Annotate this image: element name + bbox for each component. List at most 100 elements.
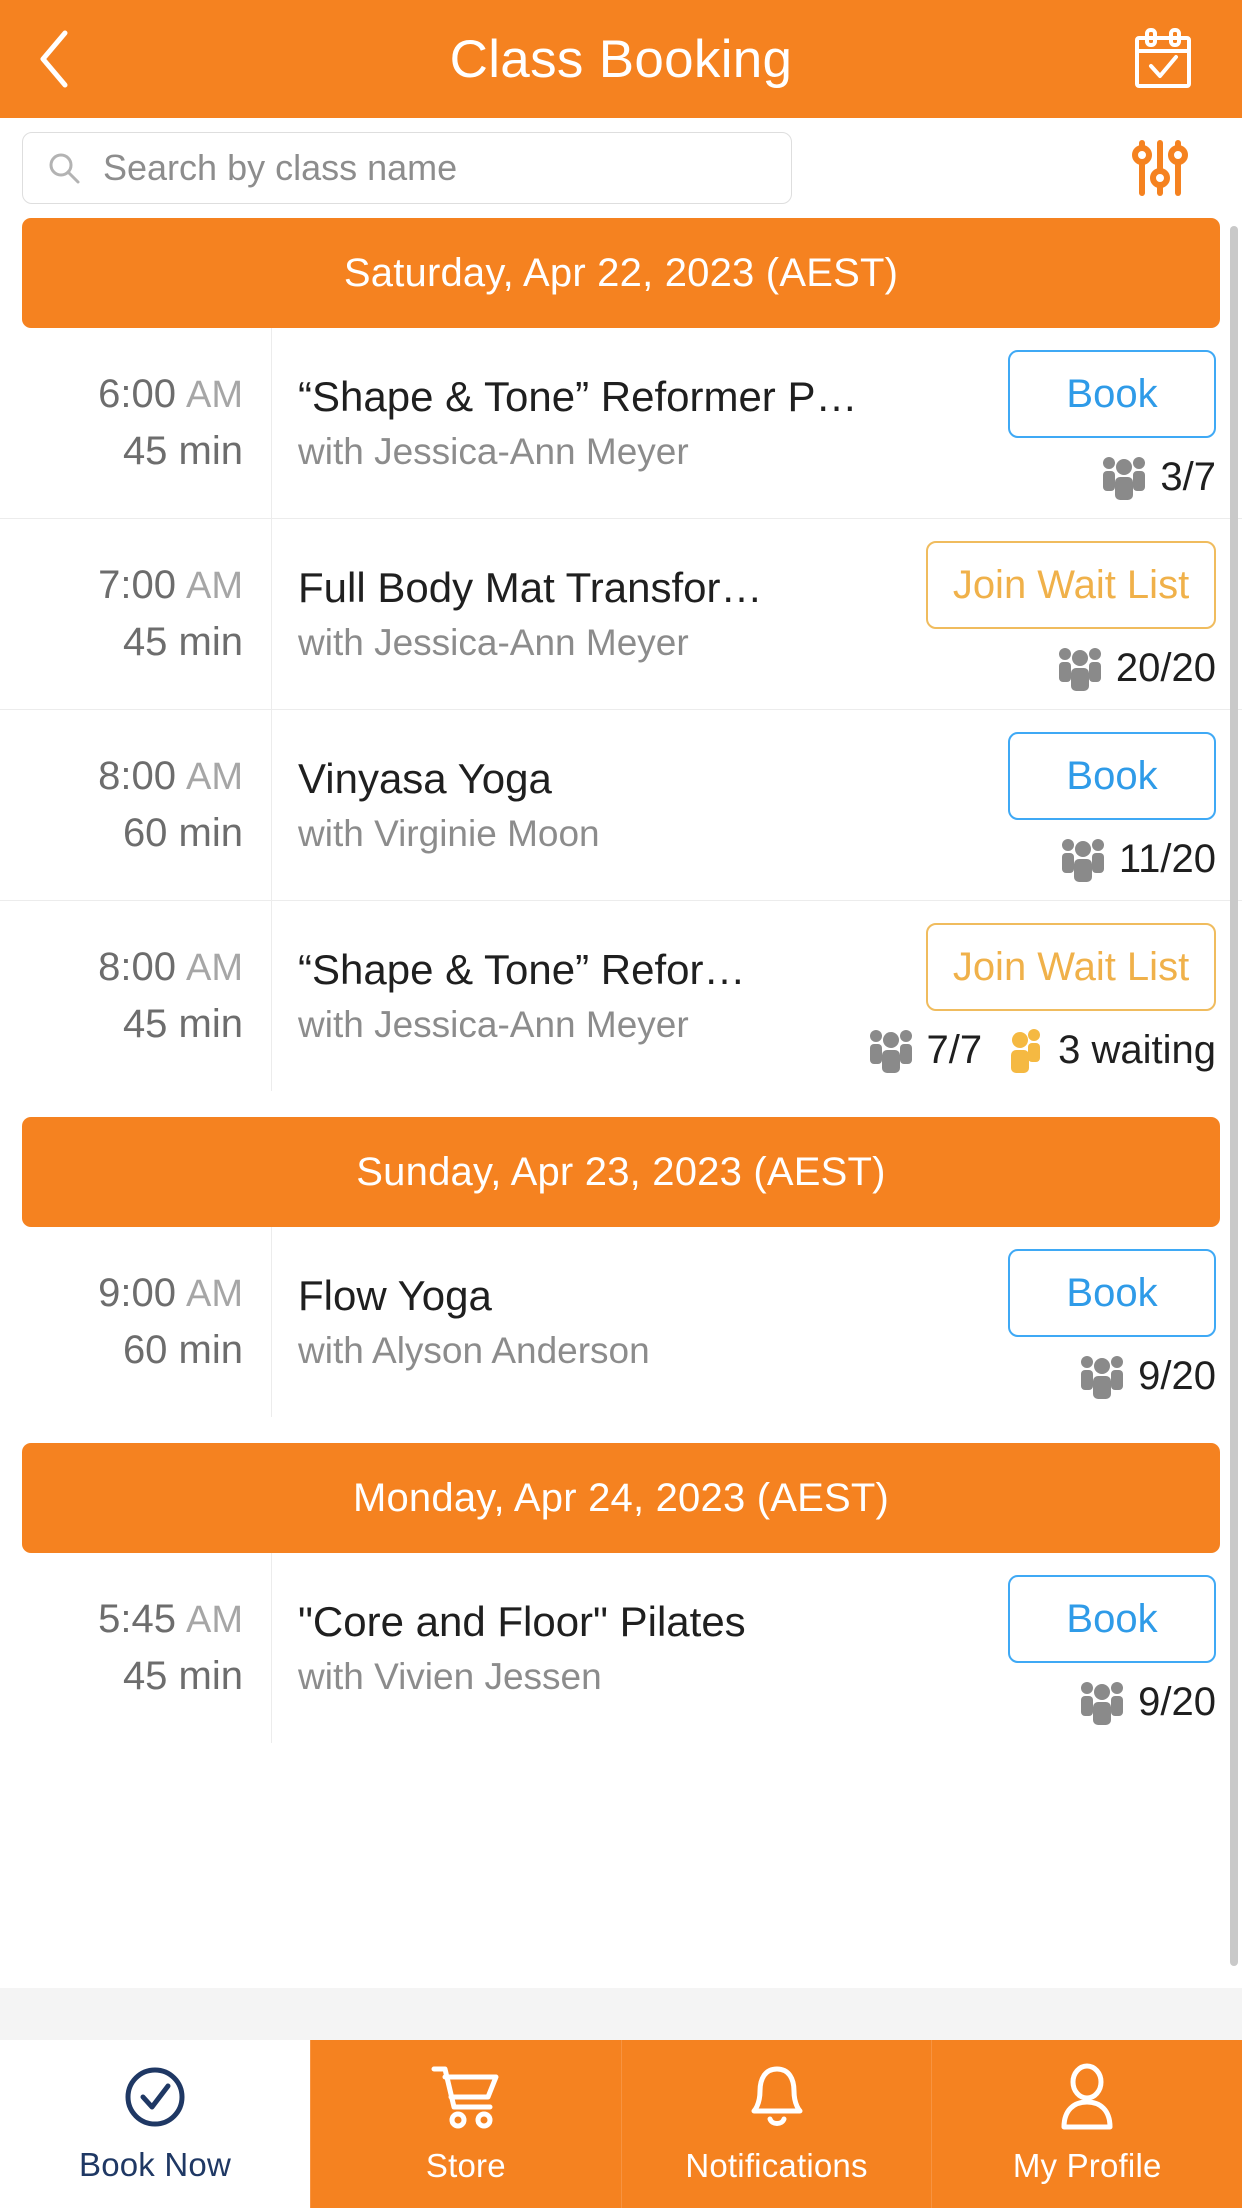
class-info-column: Vinyasa Yoga with Virginie Moon: [272, 710, 1000, 900]
back-button[interactable]: [0, 0, 110, 118]
class-start-time: 8:00 AM: [98, 754, 243, 798]
class-list[interactable]: Saturday, Apr 22, 2023 (AEST) 6:00 AM 45 mi…: [0, 218, 1242, 1988]
class-action-column: Book 11/20: [1000, 710, 1242, 900]
class-row[interactable]: 8:00 AM 45 min “Shape & Tone” Refor… with Je…: [0, 901, 1242, 1091]
class-capacity-row: 20/20: [1056, 645, 1216, 691]
capacity-indicator: 7/7: [867, 1027, 983, 1073]
people-group-icon: [869, 1030, 912, 1073]
class-duration: 45 min: [122, 429, 243, 473]
nav-item-notifications[interactable]: Notifications: [620, 2040, 932, 2208]
class-row[interactable]: 5:45 AM 45 min "Core and Floor" Pilates with…: [0, 1553, 1242, 1743]
book-button[interactable]: Book: [1008, 1575, 1216, 1663]
shopping-cart-icon: [431, 2066, 499, 2129]
people-group-icon: [1058, 648, 1101, 691]
calendar-check-icon: [1135, 28, 1191, 88]
nav-item-my-profile[interactable]: My Profile: [931, 2040, 1242, 2208]
day-group: Saturday, Apr 22, 2023 (AEST) 6:00 AM 45 mi…: [0, 218, 1242, 1091]
day-group: Monday, Apr 24, 2023 (AEST) 5:45 AM 45 min "…: [0, 1443, 1242, 1743]
class-time-column: 8:00 AM 45 min: [0, 901, 272, 1091]
class-start-time: 8:00 AM: [98, 945, 243, 989]
book-button[interactable]: Book: [1008, 1249, 1216, 1337]
nav-item-label: My Profile: [1012, 2147, 1162, 2184]
bottom-navigation: Book Now Store Notifications My Profile: [0, 2040, 1242, 2208]
class-capacity-row: 11/20: [1059, 836, 1216, 882]
people-group-icon: [1061, 839, 1104, 882]
class-action-column: Join Wait List 7/7 3 waiting: [859, 901, 1242, 1091]
class-title: Full Body Mat Transfor…: [298, 563, 763, 611]
capacity-text: 11/20: [1118, 836, 1216, 881]
class-info-column: Full Body Mat Transfor… with Jessica-Ann …: [272, 519, 918, 709]
people-group-icon: [1103, 457, 1146, 500]
join-wait-list-button[interactable]: Join Wait List: [926, 923, 1216, 1011]
day-header: Saturday, Apr 22, 2023 (AEST): [22, 218, 1220, 328]
class-duration: 45 min: [122, 620, 243, 664]
class-action-column: Book 3/7: [1000, 328, 1242, 518]
class-time-column: 7:00 AM 45 min: [0, 519, 272, 709]
nav-item-store[interactable]: Store: [310, 2040, 621, 2208]
capacity-indicator: 9/20: [1078, 1679, 1216, 1725]
class-start-time: 5:45 AM: [98, 1597, 243, 1641]
class-instructor: with Jessica-Ann Meyer: [298, 1004, 689, 1046]
class-action-column: Join Wait List 20/20: [918, 519, 1242, 709]
nav-gap-strip: [0, 1988, 1242, 2040]
class-time-column: 6:00 AM 45 min: [0, 328, 272, 518]
class-start-time: 7:00 AM: [98, 563, 243, 607]
search-bar: [0, 118, 1242, 218]
class-row[interactable]: 6:00 AM 45 min “Shape & Tone” Reformer P… wi…: [0, 328, 1242, 519]
class-ampm: AM: [186, 374, 243, 416]
class-ampm: AM: [186, 947, 243, 989]
capacity-indicator: 20/20: [1056, 645, 1216, 691]
class-row[interactable]: 7:00 AM 45 min Full Body Mat Transfor… with …: [0, 519, 1242, 710]
search-input[interactable]: [103, 147, 767, 189]
nav-item-label: Notifications: [685, 2147, 868, 2184]
class-row[interactable]: 8:00 AM 60 min Vinyasa Yoga with Virginie Mo…: [0, 710, 1242, 901]
class-capacity-row: 7/7 3 waiting: [867, 1027, 1216, 1073]
class-title: “Shape & Tone” Reformer P…: [298, 372, 858, 420]
search-field-wrapper[interactable]: [22, 132, 792, 204]
day-group: Sunday, Apr 23, 2023 (AEST) 9:00 AM 60 min F…: [0, 1117, 1242, 1417]
class-instructor: with Vivien Jessen: [298, 1656, 602, 1698]
class-info-column: Flow Yoga with Alyson Anderson: [272, 1227, 1000, 1417]
nav-item-label: Book Now: [78, 2146, 231, 2183]
class-time-column: 9:00 AM 60 min: [0, 1227, 272, 1417]
day-header: Monday, Apr 24, 2023 (AEST): [22, 1443, 1220, 1553]
capacity-indicator: 9/20: [1078, 1353, 1216, 1399]
class-duration: 45 min: [122, 1002, 243, 1046]
scrollbar-thumb[interactable]: [1230, 226, 1238, 1966]
nav-item-book-now[interactable]: Book Now: [0, 2040, 310, 2208]
people-group-icon: [1081, 1682, 1124, 1725]
join-wait-list-button[interactable]: Join Wait List: [926, 541, 1216, 629]
class-ampm: AM: [186, 565, 243, 607]
capacity-indicator: 3/7: [1100, 454, 1216, 500]
class-instructor: with Jessica-Ann Meyer: [298, 431, 689, 473]
class-time-column: 8:00 AM 60 min: [0, 710, 272, 900]
class-ampm: AM: [186, 1273, 243, 1315]
capacity-text: 7/7: [926, 1027, 983, 1072]
class-title: Flow Yoga: [298, 1271, 492, 1319]
search-icon: [49, 153, 80, 184]
book-button[interactable]: Book: [1008, 350, 1216, 438]
filter-button[interactable]: [1100, 118, 1220, 218]
capacity-text: 9/20: [1138, 1679, 1216, 1724]
class-row[interactable]: 9:00 AM 60 min Flow Yoga with Alyson Anderso…: [0, 1227, 1242, 1417]
filter-sliders-icon: [1132, 140, 1188, 196]
class-time-column: 5:45 AM 45 min: [0, 1553, 272, 1743]
page-title: Class Booking: [449, 29, 793, 89]
class-ampm: AM: [186, 1599, 243, 1641]
class-capacity-row: 3/7: [1100, 454, 1216, 500]
chevron-left-icon: [40, 30, 68, 88]
class-title: "Core and Floor" Pilates: [298, 1597, 746, 1645]
user-icon: [1061, 2063, 1113, 2130]
check-circle-icon: [125, 2067, 185, 2127]
day-header: Sunday, Apr 23, 2023 (AEST): [22, 1117, 1220, 1227]
waiting-text: 3 waiting: [1058, 1027, 1216, 1072]
class-title: Vinyasa Yoga: [298, 754, 552, 802]
class-start-time: 9:00 AM: [98, 1271, 243, 1315]
calendar-button[interactable]: [1108, 0, 1218, 118]
class-duration: 60 min: [122, 1328, 243, 1372]
book-button[interactable]: Book: [1008, 732, 1216, 820]
waiting-indicator: 3 waiting: [1008, 1027, 1216, 1073]
class-title: “Shape & Tone” Refor…: [298, 945, 746, 993]
class-info-column: “Shape & Tone” Refor… with Jessica-Ann Me…: [272, 901, 859, 1091]
people-group-icon: [1081, 1356, 1124, 1399]
